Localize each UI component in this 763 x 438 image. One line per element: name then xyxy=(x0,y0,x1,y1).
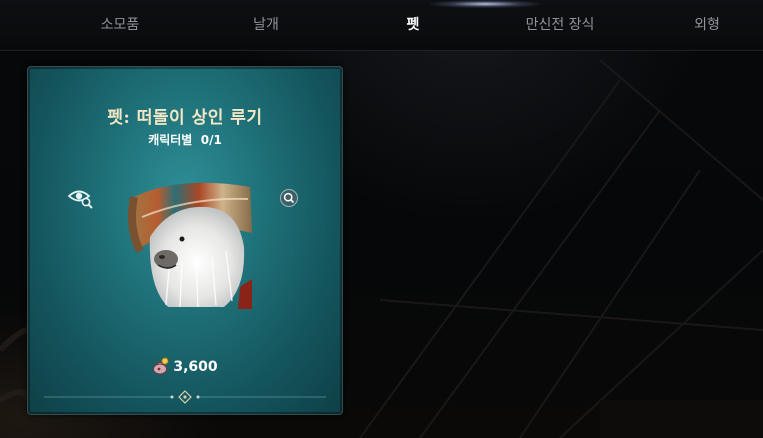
purchase-limit-label: 캐릭터별 xyxy=(148,133,193,147)
item-price: 3,600 xyxy=(28,357,342,375)
category-tab-bar: 소모품 날개 펫 만신전 장식 외형 xyxy=(0,0,763,51)
card-divider-ornament xyxy=(44,389,326,404)
tab-pantheon-decor[interactable]: 만신전 장식 xyxy=(505,0,615,50)
coin-pouch-icon xyxy=(152,357,170,375)
pet-llama-image xyxy=(120,177,252,309)
price-amount: 3,600 xyxy=(173,359,218,375)
tab-pets[interactable]: 펫 xyxy=(363,0,463,50)
tab-consumables[interactable]: 소모품 xyxy=(70,0,170,50)
purchase-limit-value: 0/1 xyxy=(200,133,222,147)
item-title: 펫: 떠돌이 상인 루기 xyxy=(107,108,263,128)
preview-eye-icon[interactable] xyxy=(67,187,94,209)
tab-wings[interactable]: 날개 xyxy=(216,0,316,50)
purchase-limit: 캐릭터별 0/1 xyxy=(28,131,342,148)
shop-item-card[interactable]: 펫: 떠돌이 상인 루기 캐릭터별 0/1 3,600 xyxy=(27,66,343,415)
zoom-magnifier-icon[interactable] xyxy=(280,189,298,207)
tab-appearance[interactable]: 외형 xyxy=(657,0,757,50)
